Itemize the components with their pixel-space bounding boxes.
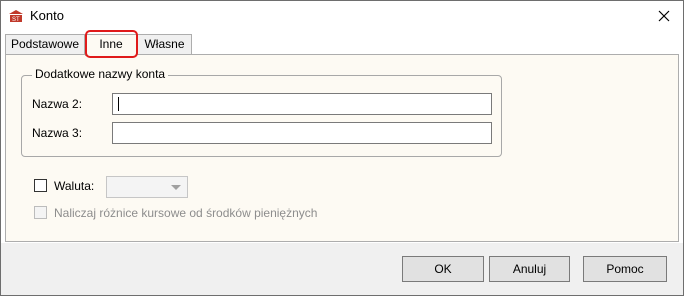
svg-text:ST: ST xyxy=(12,17,20,23)
tab-podstawowe[interactable]: Podstawowe xyxy=(5,34,85,55)
text-caret xyxy=(118,97,119,111)
button-bar: OK Anuluj Pomoc xyxy=(1,243,683,295)
close-button[interactable] xyxy=(653,5,675,27)
exchange-diff-checkbox[interactable] xyxy=(34,206,47,219)
ok-button[interactable]: OK xyxy=(402,256,484,282)
currency-select[interactable] xyxy=(106,176,188,198)
tab-wlasne[interactable]: Własne xyxy=(137,34,192,55)
additional-names-group: Dodatkowe nazwy konta Nazwa 2: Nazwa 3: xyxy=(21,67,502,157)
group-title: Dodatkowe nazwy konta xyxy=(32,67,169,81)
cancel-button[interactable]: Anuluj xyxy=(489,256,570,282)
chevron-down-icon xyxy=(171,185,181,190)
name2-input[interactable] xyxy=(112,93,492,115)
currency-checkbox[interactable] xyxy=(34,179,47,192)
app-logo-icon: ST xyxy=(9,10,23,23)
tab-strip: Podstawowe Inne Własne xyxy=(5,34,679,56)
dialog-window: ST Konto Podstawowe Inne Własne Dodatkow… xyxy=(0,0,684,296)
exchange-diff-label: Naliczaj różnice kursowe od środków pien… xyxy=(54,206,318,220)
title-bar: ST Konto xyxy=(1,1,683,31)
name2-label: Nazwa 2: xyxy=(32,97,83,111)
window-title: Konto xyxy=(30,8,64,23)
name3-input[interactable] xyxy=(112,122,492,144)
help-button[interactable]: Pomoc xyxy=(583,256,667,282)
name3-label: Nazwa 3: xyxy=(32,126,83,140)
tab-inne[interactable]: Inne xyxy=(85,34,137,56)
close-icon xyxy=(658,10,670,22)
currency-label: Waluta: xyxy=(54,179,95,193)
tab-panel: Dodatkowe nazwy konta Nazwa 2: Nazwa 3: … xyxy=(5,54,679,242)
